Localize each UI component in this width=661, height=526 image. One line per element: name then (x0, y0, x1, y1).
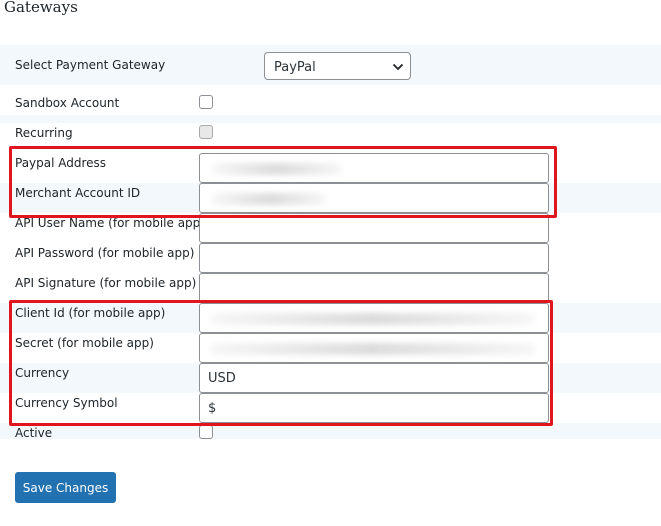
page-title: Gateways (4, 0, 78, 16)
gateway-label: Select Payment Gateway (15, 58, 166, 72)
paypal-address-field[interactable] (199, 153, 549, 183)
recurring-checkbox[interactable] (199, 125, 213, 139)
api-password-input[interactable] (200, 244, 548, 272)
save-changes-button[interactable]: Save Changes (15, 472, 116, 503)
active-label: Active (15, 426, 53, 440)
api-user-field[interactable] (199, 213, 549, 243)
currency-symbol-input[interactable] (200, 394, 548, 422)
currency-label: Currency (15, 366, 70, 380)
sandbox-label: Sandbox Account (15, 96, 120, 110)
currency-symbol-label: Currency Symbol (15, 396, 118, 410)
chevron-down-icon (392, 63, 404, 71)
gateway-select[interactable]: PayPal (264, 52, 411, 80)
redacted-value (210, 313, 535, 325)
merchant-id-field[interactable] (199, 183, 549, 213)
gateway-select-value: PayPal (274, 60, 316, 75)
currency-input[interactable] (200, 364, 548, 392)
paypal-address-label: Paypal Address (15, 156, 107, 170)
currency-field[interactable] (199, 363, 549, 393)
api-user-input[interactable] (200, 214, 548, 242)
secret-field[interactable] (199, 333, 549, 363)
sandbox-checkbox[interactable] (199, 95, 213, 109)
active-checkbox[interactable] (199, 425, 213, 439)
redacted-value (212, 193, 327, 205)
merchant-id-label: Merchant Account ID (15, 186, 141, 200)
secret-label: Secret (for mobile app) (15, 336, 154, 350)
api-password-field[interactable] (199, 243, 549, 273)
row-band (0, 115, 661, 123)
currency-symbol-field[interactable] (199, 393, 549, 423)
api-signature-label: API Signature (for mobile app) (15, 276, 197, 290)
redacted-value (212, 163, 342, 175)
api-signature-input[interactable] (200, 274, 548, 302)
recurring-label: Recurring (15, 126, 73, 140)
api-signature-field[interactable] (199, 273, 549, 303)
row-band (0, 423, 661, 439)
client-id-label: Client Id (for mobile app) (15, 306, 166, 320)
client-id-field[interactable] (199, 303, 549, 333)
redacted-value (210, 343, 535, 355)
api-user-label: API User Name (for mobile app) (15, 216, 205, 230)
api-password-label: API Password (for mobile app) (15, 246, 195, 260)
